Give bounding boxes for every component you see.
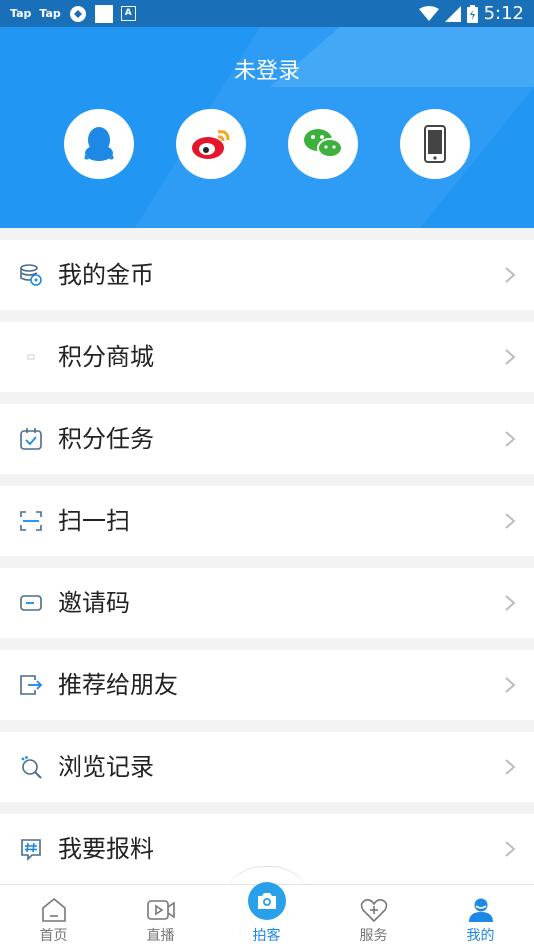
menu-item-label: 积分商城 bbox=[58, 343, 154, 371]
menu-item-label: 积分任务 bbox=[58, 425, 154, 453]
login-status-title: 未登录 bbox=[233, 59, 300, 84]
chevron-right-icon bbox=[505, 349, 516, 365]
menu-item-label: 推荐给朋友 bbox=[58, 671, 178, 699]
qq-login-button[interactable] bbox=[64, 109, 134, 179]
wechat-login-button[interactable] bbox=[288, 109, 358, 179]
chevron-right-icon bbox=[505, 841, 516, 857]
camera-button[interactable] bbox=[248, 882, 286, 920]
menu-item-points-mall[interactable]: 积分商城 bbox=[0, 322, 534, 392]
menu-item-label: 我的金币 bbox=[58, 261, 154, 289]
nav-tab-label: 直播 bbox=[146, 928, 175, 944]
weibo-login-button[interactable] bbox=[176, 109, 246, 179]
signal-icon bbox=[444, 5, 461, 22]
chevron-right-icon bbox=[505, 267, 516, 283]
chevron-right-icon bbox=[505, 513, 516, 529]
nav-tab-home[interactable]: 首页 bbox=[0, 885, 107, 951]
status-left: Tap Tap A bbox=[10, 4, 136, 23]
status-right: 5:12 bbox=[418, 3, 524, 24]
hashtag-message-icon bbox=[21, 839, 41, 861]
status-time: 5:12 bbox=[483, 3, 524, 24]
wifi-icon bbox=[418, 5, 439, 21]
menu-item-label: 扫一扫 bbox=[58, 507, 130, 535]
camera-icon bbox=[258, 893, 276, 909]
wechat-icon bbox=[304, 129, 343, 158]
nav-tab-live[interactable]: 直播 bbox=[107, 885, 214, 951]
menu-item-scan[interactable]: 扫一扫 bbox=[0, 486, 534, 556]
notification-square-icon bbox=[94, 4, 113, 23]
sync-icon bbox=[69, 5, 86, 22]
status-bar: Tap Tap A 5:12 bbox=[0, 0, 534, 27]
status-app-label: Tap bbox=[39, 7, 61, 20]
heart-plus-icon bbox=[360, 899, 388, 923]
menu-item-label: 我要报料 bbox=[58, 835, 154, 863]
menu-item-invite-code[interactable]: 邀请码 bbox=[0, 568, 534, 638]
chevron-right-icon bbox=[505, 677, 516, 693]
image-placeholder-icon bbox=[27, 354, 35, 360]
nav-tab-label: 我的 bbox=[466, 928, 495, 944]
login-header: 未登录 bbox=[0, 27, 534, 228]
user-icon bbox=[469, 898, 493, 922]
qq-icon bbox=[84, 127, 114, 161]
menu-item-browse-history[interactable]: 浏览记录 bbox=[0, 732, 534, 802]
nav-tab-label: 服务 bbox=[359, 928, 388, 944]
browse-history-icon bbox=[21, 756, 42, 779]
battery-icon bbox=[466, 4, 478, 23]
scan-icon bbox=[20, 511, 42, 531]
menu-item-label: 邀请码 bbox=[58, 589, 130, 617]
coin-stack-icon bbox=[20, 264, 42, 286]
phone-login-button[interactable] bbox=[400, 109, 470, 179]
nav-tab-mine[interactable]: 我的 bbox=[427, 885, 534, 951]
home-icon bbox=[42, 897, 66, 922]
nav-tab-label: 首页 bbox=[39, 928, 68, 944]
share-exit-icon bbox=[20, 675, 43, 695]
chevron-right-icon bbox=[505, 595, 516, 611]
menu-item-label: 浏览记录 bbox=[58, 753, 154, 781]
menu-item-points-tasks[interactable]: 积分任务 bbox=[0, 404, 534, 474]
ticket-icon bbox=[20, 595, 42, 611]
weibo-icon bbox=[192, 130, 230, 159]
chevron-right-icon bbox=[505, 759, 516, 775]
live-video-icon bbox=[147, 900, 175, 920]
nav-tab-service[interactable]: 服务 bbox=[320, 885, 427, 951]
status-app-label: Tap bbox=[10, 7, 32, 20]
menu-item-coins[interactable]: 我的金币 bbox=[0, 240, 534, 310]
nav-tab-label: 拍客 bbox=[252, 928, 281, 944]
a-box-icon: A bbox=[120, 6, 136, 21]
menu-item-recommend[interactable]: 推荐给朋友 bbox=[0, 650, 534, 720]
chevron-right-icon bbox=[505, 431, 516, 447]
phone-icon bbox=[424, 125, 446, 163]
calendar-check-icon bbox=[20, 428, 42, 450]
